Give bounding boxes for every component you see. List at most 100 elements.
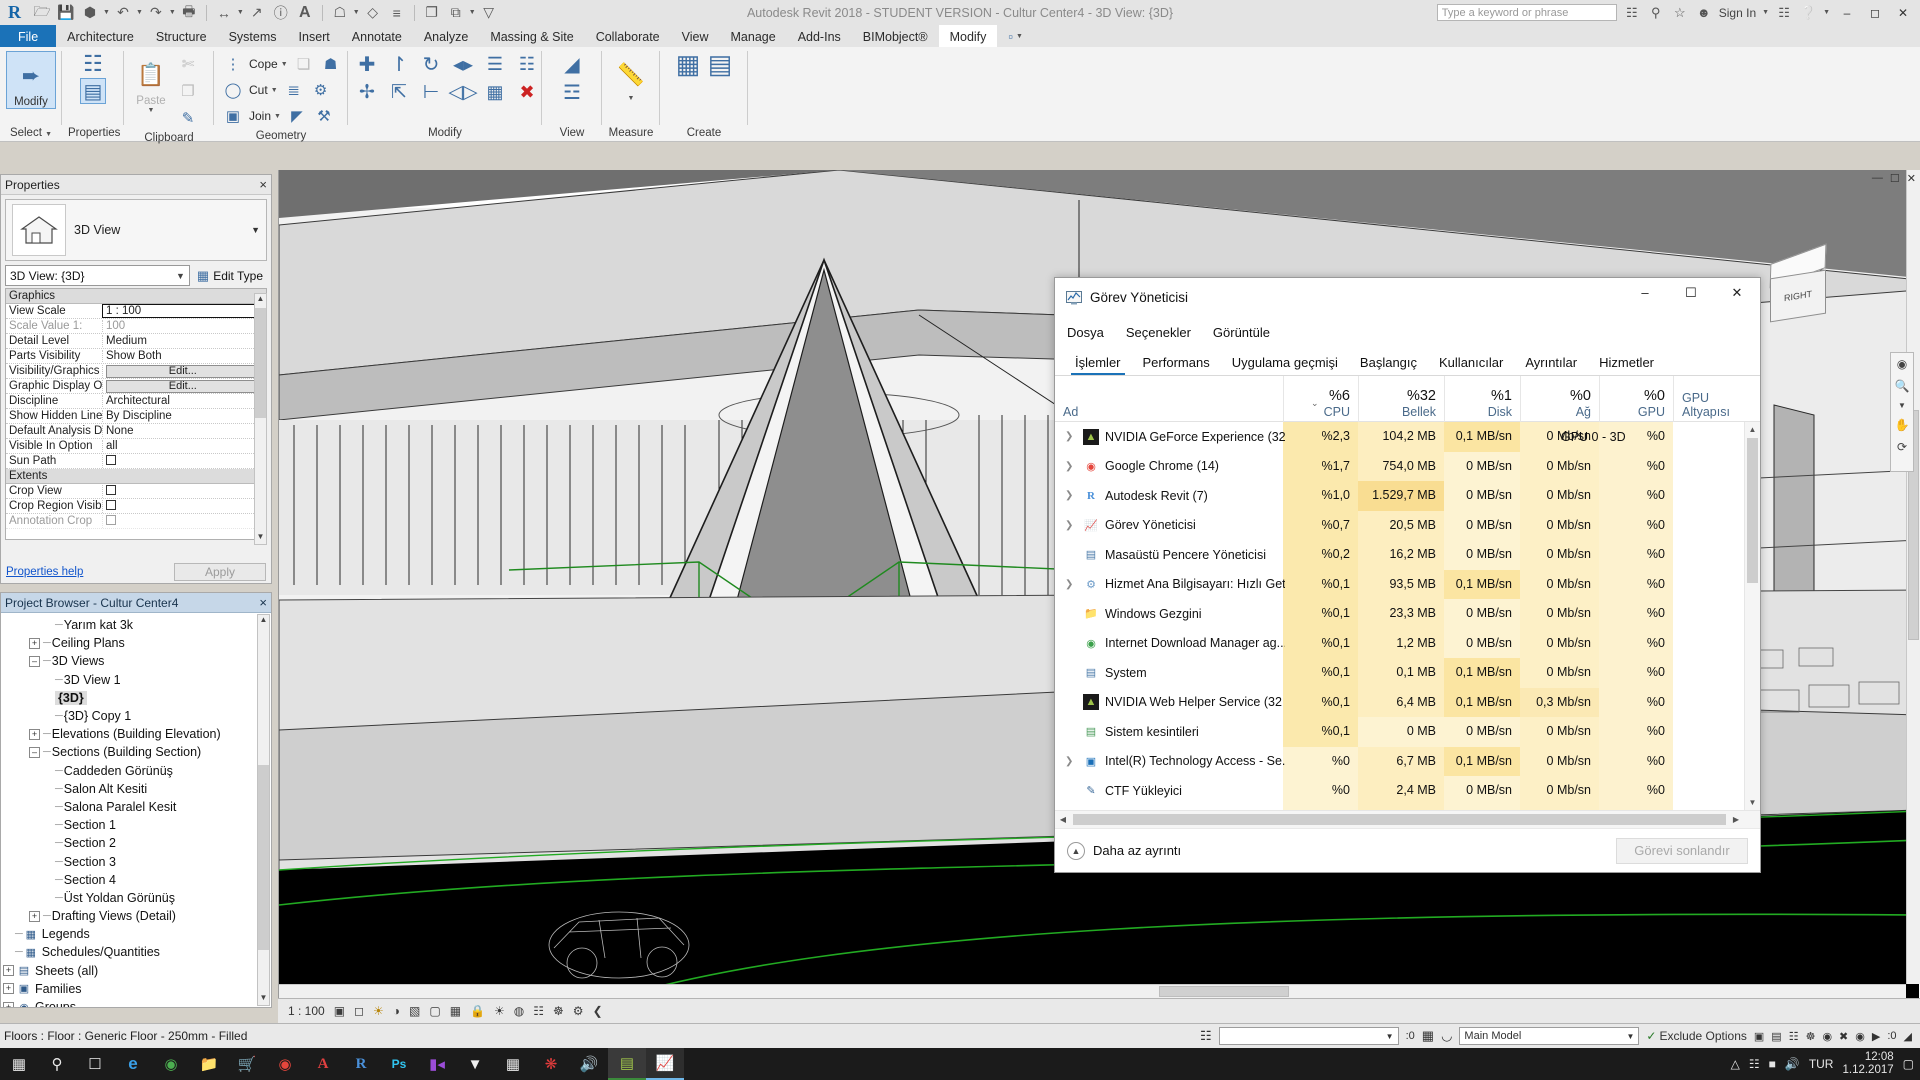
cope-icon[interactable]: ⋮ — [220, 51, 246, 77]
copy-icon[interactable]: ❐ — [175, 78, 201, 104]
design-options-icon[interactable]: ▦ — [1422, 1028, 1434, 1044]
property-value[interactable]: Architectural — [102, 395, 266, 407]
tag-icon[interactable]: ⓘ — [270, 3, 292, 23]
undo-dropdown-icon[interactable]: ▼ — [136, 9, 143, 16]
view-cube-front-face[interactable]: RIGHT — [1770, 269, 1826, 323]
expand-icon[interactable]: + — [3, 983, 14, 995]
ribbon-tab-modify[interactable]: Modify — [938, 25, 998, 47]
tree-node-caddeden-gorunus[interactable]: ─ Caddeden Görünüş — [1, 762, 257, 780]
property-row-default-analysis[interactable]: Default Analysis Di...None — [6, 424, 266, 439]
expand-icon[interactable]: ❯ — [1065, 756, 1073, 767]
tab-hizmetler[interactable]: Hizmetler — [1589, 351, 1664, 375]
measure-tool-dropdown-icon[interactable]: ▼ — [628, 95, 635, 102]
property-row-crop-view[interactable]: Crop View — [6, 484, 266, 499]
paste-dropdown-icon[interactable]: ▼ — [148, 107, 155, 114]
annotation-crop-checkbox[interactable] — [106, 514, 116, 525]
sun-path-icon[interactable]: ☀ — [373, 1004, 384, 1018]
tree-node-section-2[interactable]: ─ Section 2 — [1, 834, 257, 852]
wall-joins-icon[interactable]: ◤ — [284, 103, 310, 129]
constraints-icon[interactable]: ⚙ — [573, 1004, 584, 1018]
ribbon-tab-manage[interactable]: Manage — [720, 25, 787, 47]
fewer-details-button[interactable]: ▲ Daha az ayrıntı — [1067, 841, 1181, 860]
process-hscroll-thumb[interactable] — [1073, 814, 1726, 825]
process-vertical-scrollbar[interactable]: ▲ ▼ — [1744, 422, 1760, 810]
expand-icon[interactable]: + — [29, 637, 40, 649]
expand-icon[interactable]: ❯ — [1065, 431, 1073, 442]
property-value[interactable]: None — [102, 425, 266, 437]
tab-kullanicilar[interactable]: Kullanıcılar — [1429, 351, 1513, 375]
view-horizontal-scrollbar[interactable] — [279, 984, 1906, 998]
cut-geometry-icon[interactable]: ◯ — [220, 77, 246, 103]
cope-button[interactable]: Cope ▼ — [247, 51, 290, 77]
sign-in-dropdown-icon[interactable]: ▼ — [1762, 9, 1769, 16]
crop-view-checkbox[interactable] — [106, 484, 116, 495]
expand-icon[interactable]: ❯ — [1065, 579, 1073, 590]
tree-node-3d-view-1[interactable]: ─ 3D View 1 — [1, 671, 257, 689]
cope-dropdown-icon[interactable]: ▼ — [281, 61, 288, 68]
tree-node-yarim-kat-3k[interactable]: ─ Yarım kat 3k — [1, 616, 257, 634]
paste-button[interactable]: 📋 Paste ▼ — [130, 51, 172, 114]
process-horizontal-scrollbar[interactable]: ◀ ▶ — [1055, 810, 1760, 828]
browser-scroll-thumb[interactable] — [258, 765, 269, 950]
match-type-icon[interactable]: ✎ — [175, 105, 201, 131]
property-value[interactable]: 1 : 100 — [102, 304, 264, 318]
chrome-icon[interactable]: ◉ — [266, 1048, 304, 1080]
tree-node-3d-views[interactable]: – ─ 3D Views — [1, 652, 257, 670]
view-restore-icon[interactable]: ☐ — [1890, 172, 1900, 185]
edit-type-button[interactable]: ▦ Edit Type — [193, 265, 267, 286]
task-manager-minimize-button[interactable]: – — [1622, 278, 1668, 308]
scroll-down-icon[interactable]: ▼ — [258, 993, 269, 1005]
rotate-icon[interactable]: ↻ — [418, 51, 444, 77]
task-manager-window[interactable]: Görev Yöneticisi – ☐ ✕ Dosya Seçenekler … — [1054, 277, 1761, 873]
move-icon[interactable]: ✚ — [354, 51, 380, 77]
property-row-sun-path[interactable]: Sun Path — [6, 454, 266, 469]
scroll-up-icon[interactable]: ▲ — [1745, 422, 1760, 437]
view-cut-profile-icon[interactable]: ◢ — [559, 51, 585, 77]
column-header-gpu-altyapisi[interactable]: GPU Altyapısı — [1673, 376, 1760, 422]
switch-windows-icon[interactable]: ⧉ — [445, 3, 467, 23]
array-icon[interactable]: ▦ — [482, 79, 508, 105]
tree-node-3d-copy-1[interactable]: ─ {3D} Copy 1 — [1, 707, 257, 725]
paste-geometry-icon[interactable]: ❏ — [291, 51, 317, 77]
project-browser-close-icon[interactable]: × — [259, 595, 267, 610]
create-group-icon[interactable]: ▦ — [675, 49, 701, 79]
properties-help-link[interactable]: Properties help — [6, 566, 83, 578]
save-icon[interactable]: 💾 — [55, 3, 77, 23]
status-icon-1[interactable]: ▣ — [1754, 1030, 1764, 1043]
modify-button[interactable]: ➨ Modify — [6, 51, 56, 109]
property-row-visibility-graphics[interactable]: Visibility/Graphics ... Edit... — [6, 364, 266, 379]
close-hidden-windows-icon[interactable]: ❐ — [421, 3, 443, 23]
text-icon[interactable]: A — [294, 3, 316, 23]
help-network-icon[interactable]: ⚲ — [1647, 5, 1665, 21]
redo-icon[interactable]: ↷ — [145, 3, 167, 23]
status-icon-9[interactable]: :0 — [1887, 1030, 1896, 1042]
table-row[interactable]: ▲ NVIDIA Web Helper Service (32 ... %0,1… — [1055, 687, 1744, 717]
print-icon[interactable]: 🖶 — [178, 3, 200, 23]
property-row-show-hidden-lines[interactable]: Show Hidden Lines By Discipline — [6, 409, 266, 424]
section-icon[interactable]: ◇ — [362, 3, 384, 23]
ribbon-tab-analyze[interactable]: Analyze — [413, 25, 479, 47]
start-icon[interactable]: ▦ — [0, 1048, 38, 1080]
calculator-icon[interactable]: ▦ — [494, 1048, 532, 1080]
property-row-detail-level[interactable]: Detail Level Medium — [6, 334, 266, 349]
column-header-cpu[interactable]: %6 CPU — [1283, 376, 1358, 422]
column-header-gpu[interactable]: %0 GPU — [1599, 376, 1673, 422]
ribbon-tab-insert[interactable]: Insert — [288, 25, 341, 47]
scale-icon[interactable]: ⇱ — [386, 79, 412, 105]
view-vertical-scrollbar[interactable] — [1906, 170, 1920, 984]
ribbon-tab-add-ins[interactable]: Add-Ins — [787, 25, 852, 47]
tab-uygulama-gecmisi[interactable]: Uygulama geçmişi — [1222, 351, 1348, 375]
scroll-up-icon[interactable]: ▲ — [255, 294, 266, 306]
scroll-up-icon[interactable]: ▲ — [258, 615, 269, 627]
open-icon[interactable]: 🗁 — [31, 3, 53, 23]
tree-node-families[interactable]: + ▣ Families — [1, 980, 257, 998]
menu-secenekler[interactable]: Seçenekler — [1126, 325, 1191, 340]
beam-join-icon[interactable]: ⚒ — [311, 103, 337, 129]
pan-icon[interactable]: ✋ — [1895, 418, 1910, 432]
autocad-icon[interactable]: A — [304, 1048, 342, 1080]
minimize-button[interactable]: – — [1836, 6, 1858, 20]
ribbon-tab-file[interactable]: File — [0, 25, 57, 47]
status-icon-4[interactable]: ☸ — [1806, 1030, 1816, 1043]
search-icon[interactable]: ⚲ — [38, 1048, 76, 1080]
tree-node-section-1[interactable]: ─ Section 1 — [1, 816, 257, 834]
